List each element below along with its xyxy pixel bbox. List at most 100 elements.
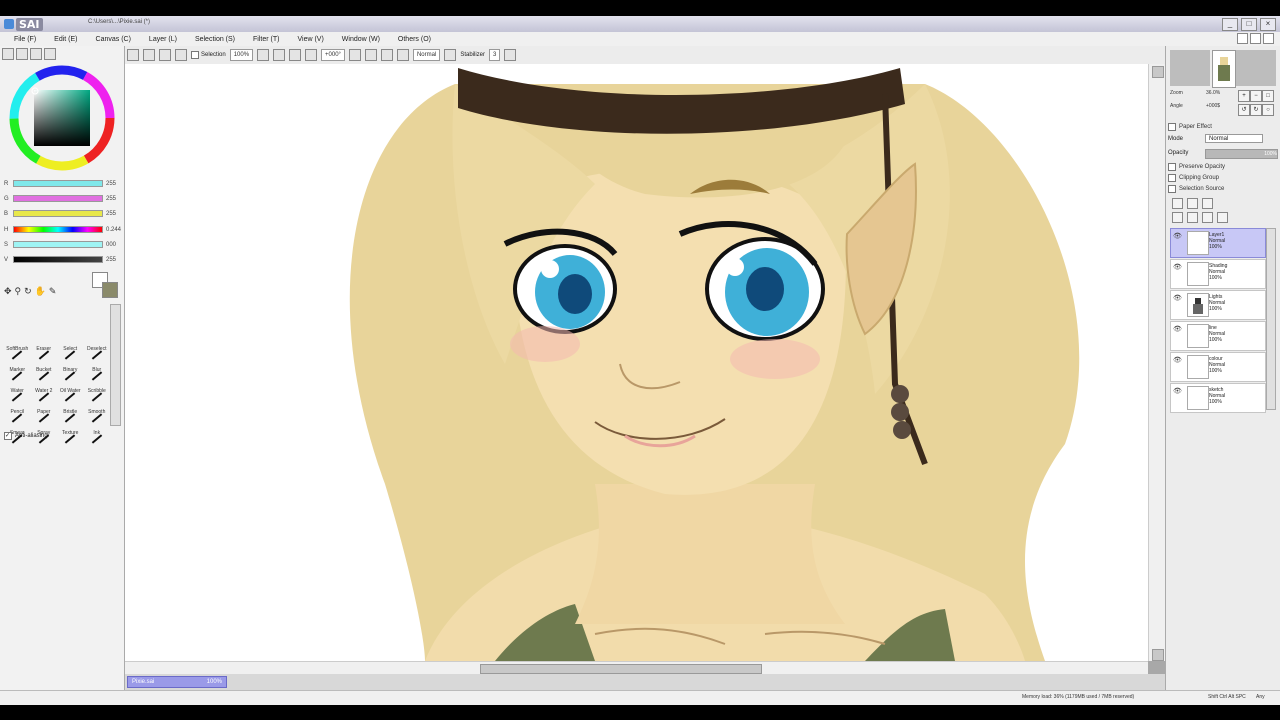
nav-zoom-value[interactable]: 36.0% [1206, 90, 1220, 96]
horizontal-scrollbar[interactable] [125, 661, 1148, 675]
preserve-opacity-toggle[interactable]: Preserve Opacity [1168, 163, 1225, 171]
slider-g[interactable]: G 255 [4, 195, 122, 202]
eyedropper-icon[interactable]: ✎ [49, 286, 57, 297]
layer-item[interactable]: 👁 Shading Normal 100% [1170, 259, 1266, 289]
mdi-close-button[interactable] [1263, 33, 1274, 44]
layer-list-scrollbar[interactable] [1266, 228, 1276, 410]
tool-select[interactable]: Select [57, 346, 84, 365]
rotation-field[interactable]: +000° [321, 49, 345, 61]
tool-smooth[interactable]: Smooth [84, 409, 111, 428]
nav-zoom-in-icon[interactable]: + [1238, 90, 1250, 102]
horizontal-scroll-thumb[interactable] [480, 664, 762, 674]
new-linework-layer-icon[interactable] [1187, 198, 1198, 209]
primary-color-swatch[interactable] [102, 282, 118, 298]
slider-v[interactable]: V 255 [4, 256, 122, 263]
scroll-down-button[interactable] [1152, 649, 1164, 661]
antialiasing-option[interactable]: ✓ Anti-aliasing [4, 432, 48, 440]
rotate-right-button[interactable] [364, 49, 377, 61]
tool-water[interactable]: Water [4, 388, 31, 407]
zoom-field[interactable]: 100% [229, 49, 254, 61]
mdi-restore-button[interactable] [1250, 33, 1261, 44]
new-layer-icon[interactable] [1172, 198, 1183, 209]
tool-water-2[interactable]: Water 2 [31, 388, 58, 407]
menu-window[interactable]: Window (W) [338, 36, 384, 43]
menu-file[interactable]: File (F) [10, 36, 40, 43]
color-wheel[interactable] [8, 64, 116, 172]
layer-opacity-slider[interactable]: 100% [1205, 149, 1278, 159]
tool-texture[interactable]: Texture [57, 430, 84, 449]
layer-mode-select[interactable]: Normal [1205, 134, 1263, 143]
tb-btn-1[interactable] [127, 49, 139, 61]
zoom-reset-button[interactable] [305, 49, 318, 61]
zoom-in-button[interactable] [273, 49, 286, 61]
tool-blur[interactable]: Blur [84, 367, 111, 386]
zoom-icon[interactable]: ⚲ [15, 286, 22, 297]
visibility-eye-icon[interactable]: 👁 [1173, 263, 1183, 271]
minimize-button[interactable]: _ [1222, 18, 1238, 31]
tool-scrollbar[interactable] [110, 304, 121, 426]
tb-btn-2[interactable] [143, 49, 155, 61]
close-button[interactable]: × [1260, 18, 1276, 31]
nav-reset-icon[interactable]: ○ [1262, 104, 1274, 116]
delete-layer-icon[interactable] [1217, 212, 1228, 223]
slider-h[interactable]: H 0.244 [4, 226, 122, 233]
hsv-tab[interactable] [30, 48, 42, 60]
tb-btn-3[interactable] [159, 49, 171, 61]
clipping-group-toggle[interactable]: Clipping Group [1168, 174, 1219, 182]
tool-marker[interactable]: Marker [4, 367, 31, 386]
slider-r[interactable]: R 255 [4, 180, 122, 187]
slider-s[interactable]: S 000 [4, 241, 122, 248]
rotate-reset-button[interactable] [380, 49, 393, 61]
paper-effect-toggle[interactable]: Paper Effect [1168, 123, 1212, 131]
visibility-eye-icon[interactable]: 👁 [1173, 294, 1183, 302]
tool-bristle[interactable]: Bristle [57, 409, 84, 428]
visibility-eye-icon[interactable]: 👁 [1173, 387, 1183, 395]
visibility-eye-icon[interactable]: 👁 [1173, 325, 1183, 333]
tool-ink[interactable]: Ink [84, 430, 111, 449]
selection-source-toggle[interactable]: Selection Source [1168, 185, 1224, 193]
nav-fit-icon[interactable]: □ [1262, 90, 1274, 102]
drawing-canvas[interactable] [125, 64, 1148, 661]
nav-rotate-right-icon[interactable]: ↻ [1250, 104, 1262, 116]
menu-layer[interactable]: Layer (L) [145, 36, 181, 43]
tool-paper[interactable]: Paper [31, 409, 58, 428]
flip-button[interactable] [396, 49, 409, 61]
nav-angle-value[interactable]: +000$ [1206, 103, 1220, 109]
vertical-scrollbar[interactable] [1148, 64, 1166, 661]
color-wheel-tab[interactable] [2, 48, 14, 60]
rgb-tab[interactable] [16, 48, 28, 60]
layer-item[interactable]: 👁 line Normal 100% [1170, 321, 1266, 351]
clear-layer-icon[interactable] [1202, 212, 1213, 223]
menu-view[interactable]: View (V) [293, 36, 327, 43]
zoom-fit-button[interactable] [289, 49, 302, 61]
stabilizer-field[interactable]: 3 [489, 49, 501, 61]
hand-icon[interactable]: ✋ [35, 286, 46, 297]
layer-item[interactable]: 👁 sketch Normal 100% [1170, 383, 1266, 413]
blend-mode-select[interactable]: Normal [412, 49, 441, 61]
menu-selection[interactable]: Selection (S) [191, 36, 239, 43]
zoom-out-button[interactable] [257, 49, 270, 61]
scroll-up-button[interactable] [1152, 66, 1164, 78]
tool-softbrush[interactable]: SoftBrush [4, 346, 31, 365]
palette-tab[interactable] [44, 48, 56, 60]
selection-toggle[interactable]: Selection [191, 51, 226, 59]
document-tab[interactable]: Pixie.sai 100% [127, 676, 227, 688]
tool-deselect[interactable]: Deselect [84, 346, 111, 365]
nav-zoom-out-icon[interactable]: − [1250, 90, 1262, 102]
visibility-eye-icon[interactable]: 👁 [1173, 232, 1183, 240]
stabilizer-dropdown[interactable] [504, 49, 517, 61]
move-icon[interactable]: ✥ [4, 286, 12, 297]
menu-canvas[interactable]: Canvas (C) [92, 36, 135, 43]
tool-oil-water[interactable]: Oil Water [57, 388, 84, 407]
merge-down-icon[interactable] [1187, 212, 1198, 223]
transfer-down-icon[interactable] [1172, 212, 1183, 223]
tb-btn-4[interactable] [175, 49, 187, 61]
rotate-icon[interactable]: ↻ [24, 286, 32, 297]
tool-eraser[interactable]: Eraser [31, 346, 58, 365]
menu-edit[interactable]: Edit (E) [50, 36, 81, 43]
antialiasing-checkbox[interactable]: ✓ [4, 432, 12, 440]
tool-scribble[interactable]: Scribble [84, 388, 111, 407]
layer-item[interactable]: 👁 colour Normal 100% [1170, 352, 1266, 382]
menu-filter[interactable]: Filter (T) [249, 36, 283, 43]
slider-b[interactable]: B 255 [4, 210, 122, 217]
